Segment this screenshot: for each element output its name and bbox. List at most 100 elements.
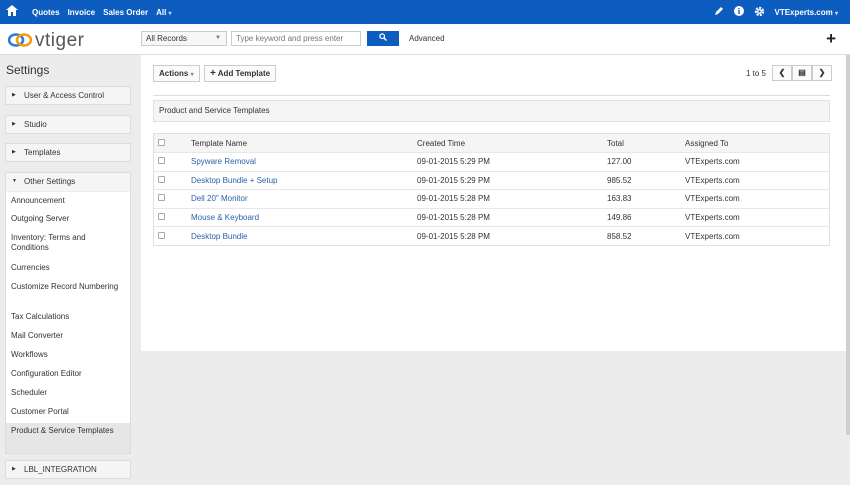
search-input[interactable] [231,31,361,46]
table-row[interactable]: Desktop Bundle + Setup 09-01-2015 5:29 P… [154,170,829,190]
info-icon[interactable] [733,6,744,18]
nav-sales-order[interactable]: Sales Order [103,8,148,17]
sidebar-item-announcement[interactable]: Announcement [6,192,130,211]
sidebar-section-integration[interactable]: ▶ LBL_INTEGRATION [5,460,131,479]
total: 149.86 [607,213,632,223]
template-name-link[interactable]: Desktop Bundle + Setup [191,176,417,185]
assigned-to: VTExperts.com [685,194,740,204]
sidebar-item-scheduler[interactable]: Scheduler [6,385,130,404]
advanced-search-link[interactable]: Advanced [409,34,445,43]
pager-range: 1 to 5 [745,69,766,78]
sidebar-item-mail-converter[interactable]: Mail Converter [6,328,130,347]
template-name-link[interactable]: Dell 20" Monitor [191,194,417,203]
logo-text: vtiger [35,30,85,51]
sidebar-item-product-service-templates[interactable]: Product & Service Templates [6,423,130,453]
nav-invoice[interactable]: Invoice [68,8,96,17]
add-template-button[interactable]: + Add Template [204,65,277,82]
sidebar-section-templates[interactable]: ▶ Templates [5,143,131,162]
sidebar-item-record-numbering[interactable]: Customize Record Numbering [6,279,130,309]
created-time: 09-01-2015 5:28 PM [417,213,490,223]
export-icon: ▤ [798,68,806,77]
caret-right-icon: ▶ [12,466,16,473]
search-scope-select[interactable]: All Records ▼ [141,31,227,46]
row-checkbox[interactable] [158,175,165,183]
template-name-link[interactable]: Mouse & Keyboard [191,213,417,222]
template-name-link[interactable]: Desktop Bundle [191,232,417,241]
sidebar-item-config-editor[interactable]: Configuration Editor [6,366,130,385]
sidebar-item-workflows[interactable]: Workflows [6,347,130,366]
add-template-label: Add Template [217,69,271,78]
table-header-row: Template Name Created Time Total Assigne… [154,134,829,152]
actions-dropdown[interactable]: Actions ▾ [153,65,200,82]
sidebar-item-tax-calculations[interactable]: Tax Calculations [6,309,130,328]
page-scrollbar[interactable] [846,55,850,435]
row-checkbox[interactable] [158,157,165,165]
search-bar: All Records ▼ Advanced [141,31,445,46]
row-checkbox[interactable] [158,194,165,202]
prev-page-button[interactable]: ❮ [772,65,792,81]
templates-table: Template Name Created Time Total Assigne… [153,133,830,246]
table-row[interactable]: Mouse & Keyboard 09-01-2015 5:28 PM 149.… [154,207,829,227]
sidebar-item-terms-conditions[interactable]: Inventory: Terms and Conditions [6,230,130,260]
table-row[interactable]: Desktop Bundle 09-01-2015 5:28 PM 858.52… [154,226,829,245]
assigned-to: VTExperts.com [685,157,740,167]
created-time: 09-01-2015 5:28 PM [417,231,490,241]
chevron-down-icon: ▼ [215,35,221,41]
caret-right-icon: ▶ [12,92,16,99]
sidebar-item-outgoing-server[interactable]: Outgoing Server [6,211,130,230]
logo[interactable]: vtiger [7,30,85,52]
section-label: LBL_INTEGRATION [24,465,97,474]
prev-icon: ❮ [778,68,786,77]
nav-all-menu[interactable]: All ▾ [156,8,171,17]
vtiger-logo-icon [7,32,33,50]
column-header-template-name[interactable]: Template Name [191,139,417,148]
nav-quotes[interactable]: Quotes [32,8,60,17]
table-row[interactable]: Dell 20" Monitor 09-01-2015 5:28 PM 163.… [154,189,829,208]
panel-title: Product and Service Templates [153,100,830,122]
assigned-to: VTExperts.com [685,231,740,241]
section-label: Other Settings [24,177,76,186]
caret-down-icon: ▼ [12,178,17,185]
caret-right-icon: ▶ [12,149,16,156]
pencil-icon[interactable] [714,6,724,18]
sidebar-section-other-settings[interactable]: ▼ Other Settings [5,172,131,191]
main-content: Actions ▾ + Add Template 1 to 5 ❮ ▤ ❯ Pr… [141,55,850,351]
created-time: 09-01-2015 5:28 PM [417,194,490,204]
nav-all-label: All [156,7,167,17]
search-button[interactable] [367,31,399,46]
chevron-down-icon: ▾ [168,10,172,17]
sidebar-item-customer-portal[interactable]: Customer Portal [6,404,130,423]
select-all-checkbox[interactable] [158,138,165,146]
sidebar-section-studio[interactable]: ▶ Studio [5,115,131,134]
assigned-to: VTExperts.com [685,213,740,223]
template-name-link[interactable]: Spyware Removal [191,157,417,166]
sidebar: Settings ▶ User & Access Control ▶ Studio … [0,55,140,485]
column-header-created-time[interactable]: Created Time [417,139,607,148]
sidebar-section-user-access[interactable]: ▶ User & Access Control [5,86,131,105]
search-scope-value: All Records [146,34,187,43]
export-button[interactable]: ▤ [792,65,812,81]
column-header-assigned-to[interactable]: Assigned To [685,139,825,148]
divider [153,95,830,96]
plus-icon[interactable]: + [826,29,836,49]
assigned-to: VTExperts.com [685,175,740,185]
other-settings-list: Announcement Outgoing Server Inventory: … [5,192,131,454]
total: 127.00 [607,157,632,167]
chevron-down-icon: ▾ [834,10,838,17]
total: 163.83 [607,194,632,204]
total: 858.52 [607,231,632,241]
search-icon [379,33,388,43]
next-page-button[interactable]: ❯ [812,65,832,81]
row-checkbox[interactable] [158,213,165,221]
user-menu[interactable]: VTExperts.com ▾ [775,8,839,17]
home-icon[interactable] [0,5,24,19]
gear-icon[interactable] [754,6,765,19]
caret-right-icon: ▶ [12,121,16,128]
user-name: VTExperts.com [774,7,833,17]
table-row[interactable]: Spyware Removal 09-01-2015 5:29 PM 127.0… [154,152,829,171]
column-header-total[interactable]: Total [607,139,685,148]
row-checkbox[interactable] [158,231,165,239]
sidebar-item-currencies[interactable]: Currencies [6,260,130,279]
chevron-down-icon: ▾ [190,72,194,78]
actions-label: Actions [159,69,189,78]
